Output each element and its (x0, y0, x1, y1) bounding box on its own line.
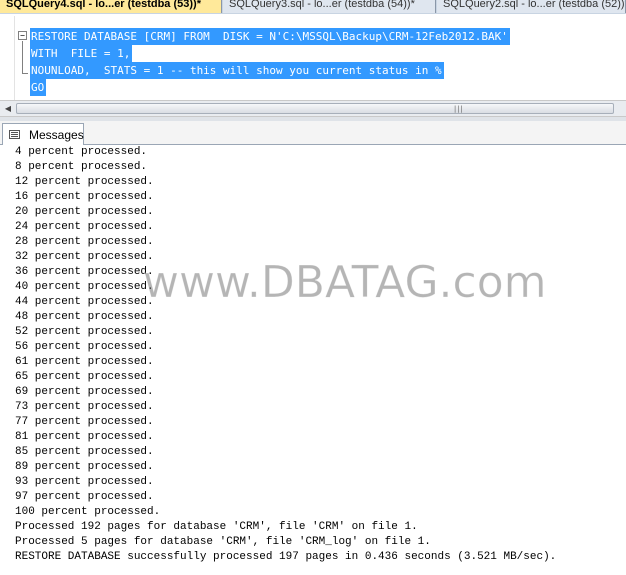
scroll-left-icon[interactable]: ◀ (2, 102, 14, 115)
message-line: 56 percent processed. (15, 341, 154, 353)
scrollbar-thumb[interactable]: ||| (16, 103, 614, 114)
query-editor[interactable]: − RESTORE DATABASE [CRM] FROM DISK = N'C… (0, 14, 626, 102)
document-tab-strip: SQLQuery4.sql - lo...er (testdba (53))* … (0, 0, 626, 14)
horizontal-scrollbar[interactable]: ◀ ||| (0, 100, 626, 117)
tab-sqlquery2[interactable]: SQLQuery2.sql - lo...er (testdba (52))* (437, 0, 626, 13)
message-line: 36 percent processed. (15, 266, 154, 278)
messages-tab-label: Messages (29, 128, 84, 142)
message-line: 77 percent processed. (15, 416, 154, 428)
code-line-2[interactable]: WITH FILE = 1, (30, 45, 133, 62)
outline-end (22, 73, 28, 74)
message-line: 8 percent processed. (15, 161, 148, 173)
code-line-1[interactable]: RESTORE DATABASE [CRM] FROM DISK = N'C:\… (30, 28, 510, 45)
message-line: 48 percent processed. (15, 311, 154, 323)
outline-line (22, 41, 23, 73)
message-line: 52 percent processed. (15, 326, 154, 338)
messages-icon (9, 130, 20, 139)
message-line: 81 percent processed. (15, 431, 154, 443)
results-tab-bar: Messages (0, 121, 626, 145)
ssms-window: SQLQuery4.sql - lo...er (testdba (53))* … (0, 0, 626, 575)
tab-sqlquery3[interactable]: SQLQuery3.sql - lo...er (testdba (54))* (223, 0, 436, 13)
message-line: Processed 5 pages for database 'CRM', fi… (15, 536, 431, 548)
tab-messages[interactable]: Messages (2, 123, 84, 145)
message-line: 61 percent processed. (15, 356, 154, 368)
message-line: Processed 192 pages for database 'CRM', … (15, 521, 418, 533)
tab-sqlquery4[interactable]: SQLQuery4.sql - lo...er (testdba (53))* (0, 0, 222, 13)
editor-margin (14, 16, 15, 102)
message-line: 32 percent processed. (15, 251, 154, 263)
message-line: 69 percent processed. (15, 386, 154, 398)
messages-output[interactable]: 4 percent processed. 8 percent processed… (0, 145, 626, 575)
message-line: 24 percent processed. (15, 221, 154, 233)
code-line-4[interactable]: GO (30, 79, 47, 96)
grip-icon: ||| (453, 105, 464, 113)
message-line: 4 percent processed. (15, 146, 148, 158)
message-line: 16 percent processed. (15, 191, 154, 203)
message-line: 73 percent processed. (15, 401, 154, 413)
collapse-icon[interactable]: − (18, 31, 27, 40)
message-line: 100 percent processed. (15, 506, 161, 518)
message-line: 12 percent processed. (15, 176, 154, 188)
message-line: 20 percent processed. (15, 206, 154, 218)
watermark-text: www.DBATAG.com (143, 257, 547, 308)
code-line-3[interactable]: NOUNLOAD, STATS = 1 -- this will show yo… (30, 62, 444, 79)
message-line: 89 percent processed. (15, 461, 154, 473)
message-line: 44 percent processed. (15, 296, 154, 308)
message-line: 93 percent processed. (15, 476, 154, 488)
message-line: 28 percent processed. (15, 236, 154, 248)
message-line: 85 percent processed. (15, 446, 154, 458)
message-line: RESTORE DATABASE successfully processed … (15, 551, 557, 563)
message-line: 65 percent processed. (15, 371, 154, 383)
message-line: 97 percent processed. (15, 491, 154, 503)
message-line: 40 percent processed. (15, 281, 154, 293)
